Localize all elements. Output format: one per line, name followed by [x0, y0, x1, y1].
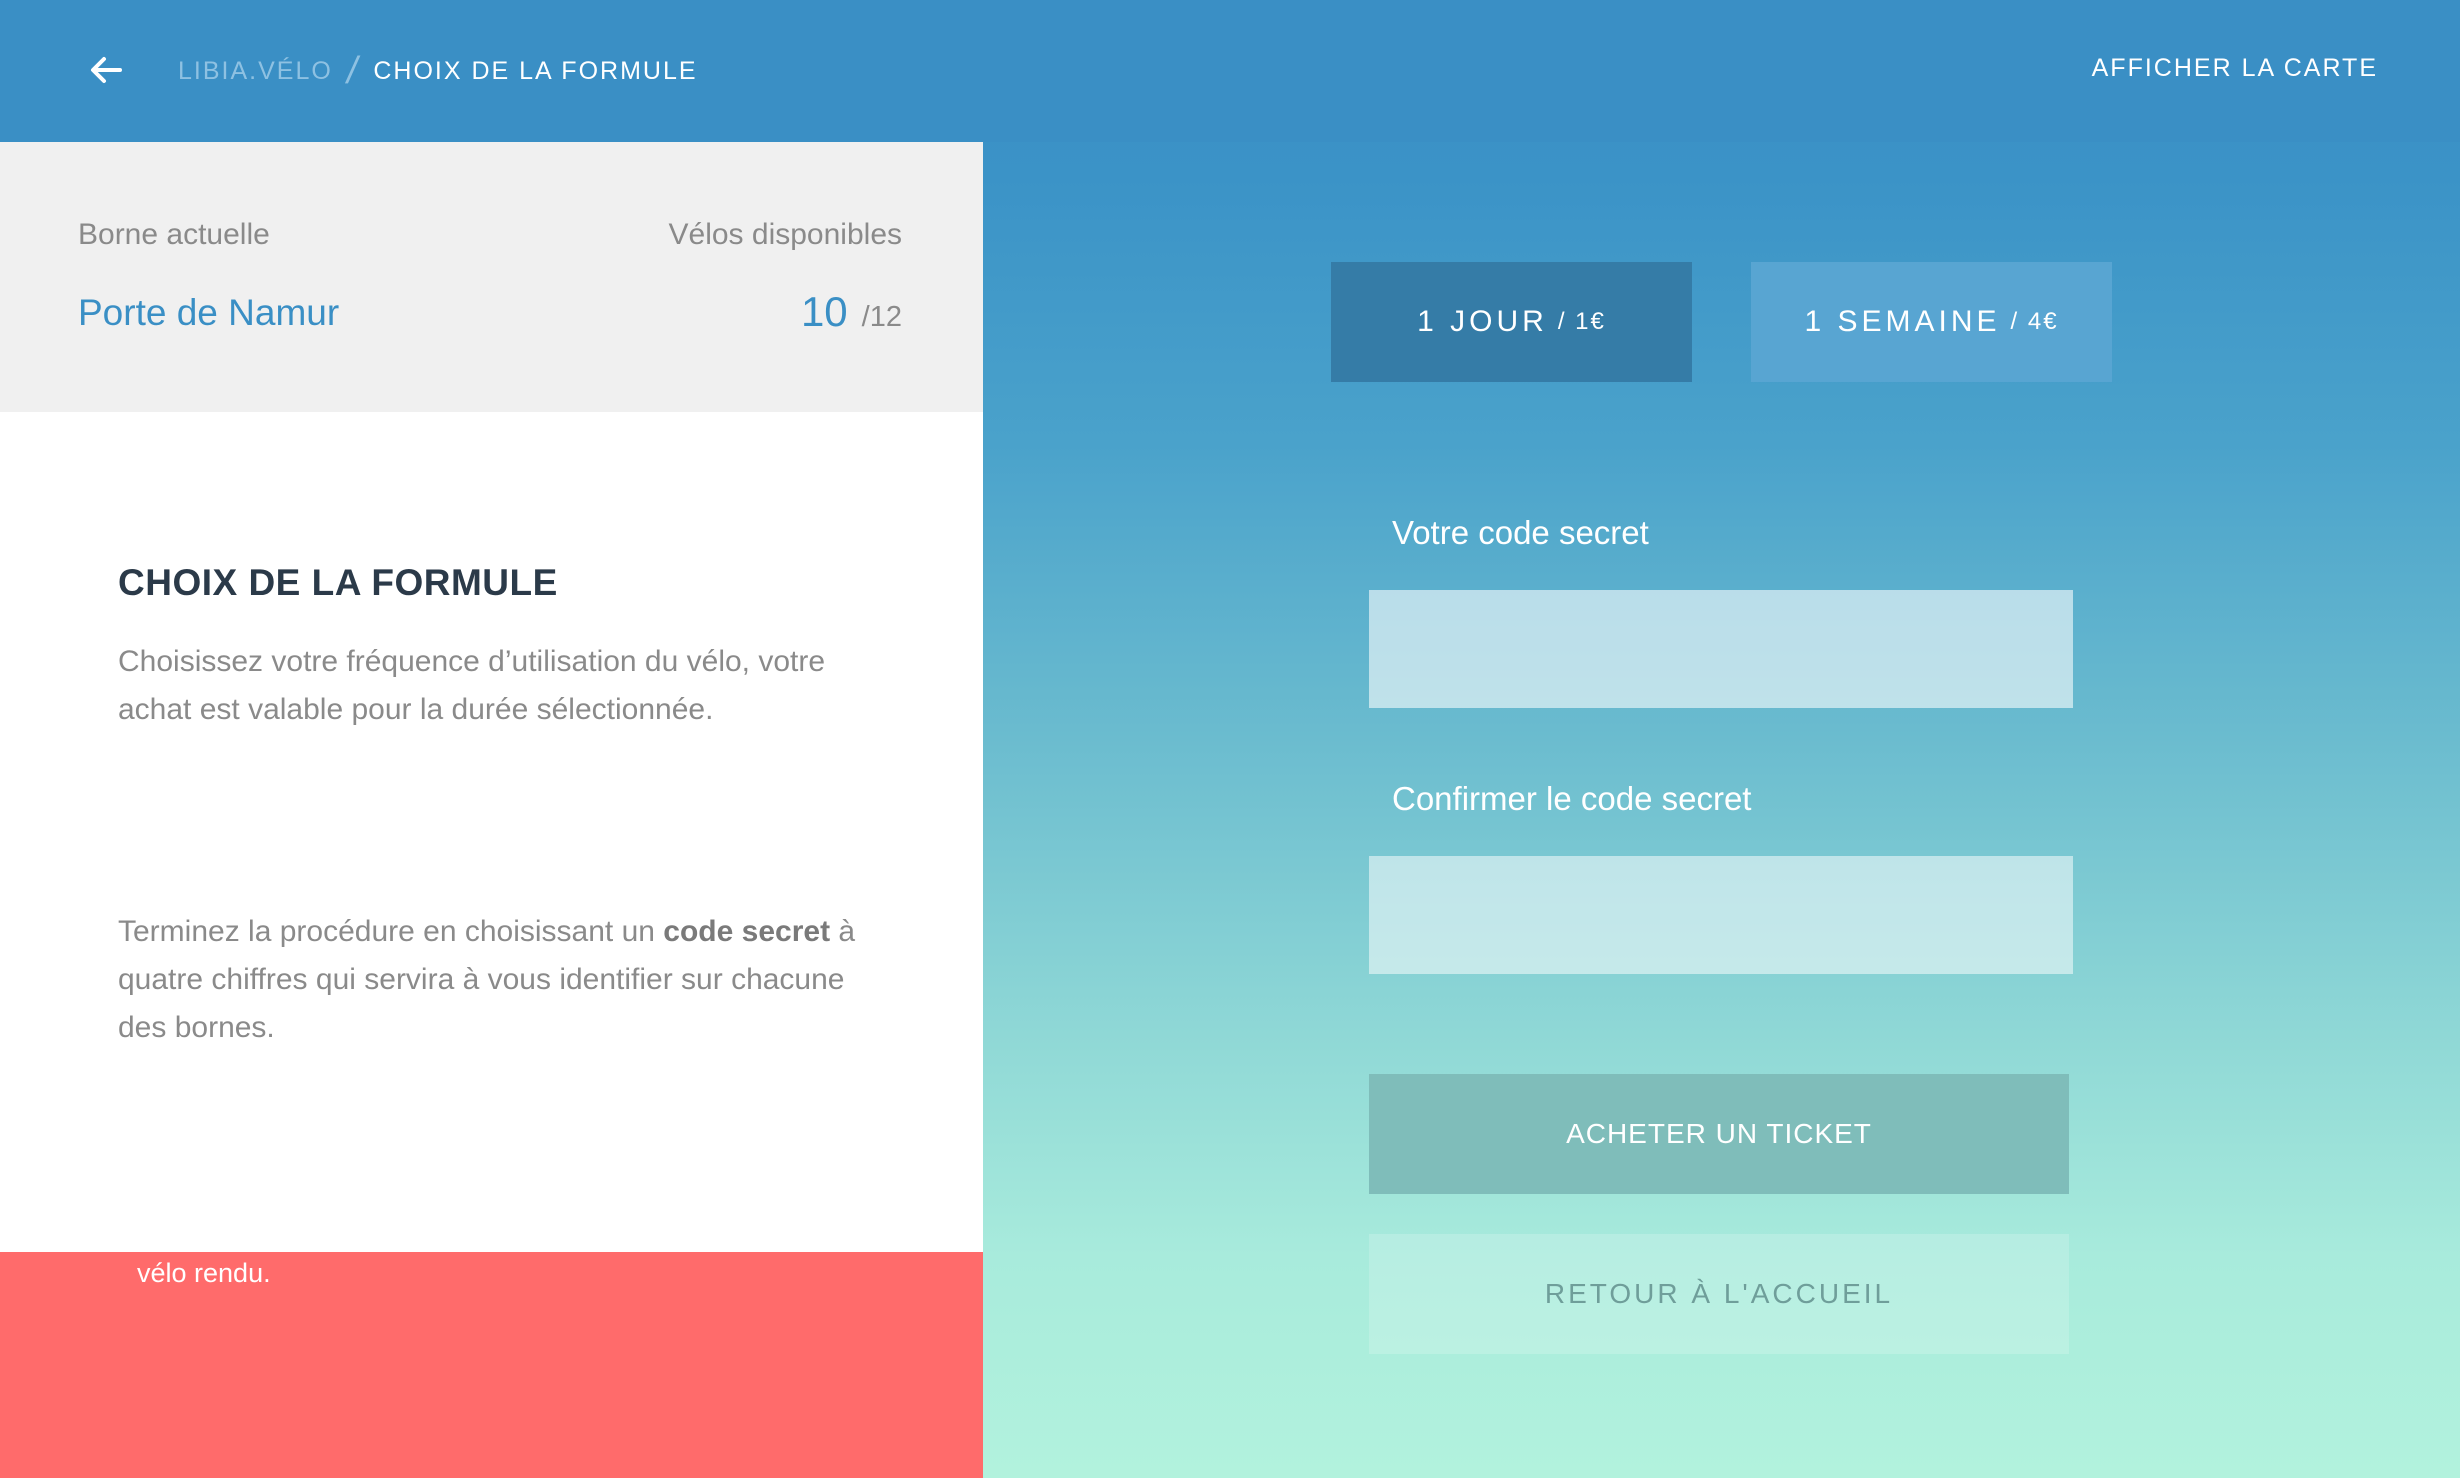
- bikes-count: 10 /12: [801, 288, 902, 336]
- breadcrumb-current: CHOIX DE LA FORMULE: [373, 56, 698, 85]
- buy-ticket-button[interactable]: Acheter un ticket: [1369, 1074, 2069, 1194]
- warning-message: Attention ! Votre carte doit posséder un…: [137, 1153, 927, 1297]
- instructions-text: Terminez la procédure en choisissant un: [118, 915, 664, 948]
- top-bar: LIBIA.VÉLO / CHOIX DE LA FORMULE AFFICHE…: [0, 0, 2460, 142]
- breadcrumb-root[interactable]: LIBIA.VÉLO: [178, 57, 333, 86]
- warning-text: Attention ! Votre carte doit posséder un…: [137, 1162, 859, 1192]
- instructions-bold: code secret: [663, 915, 831, 948]
- instructions-paragraph-2: Terminez la procédure en choisissant un …: [118, 908, 878, 1052]
- plan-week-price: / 4€: [2010, 308, 2059, 335]
- confirm-code-input[interactable]: [1369, 856, 2073, 974]
- plan-day-price: / 1€: [1557, 308, 1606, 335]
- plan-day-label: 1 JOUR: [1417, 305, 1548, 338]
- confirm-code-label: Confirmer le code secret: [1392, 780, 1752, 817]
- instructions-paragraph-1: Choisissez votre fréquence d’utilisation…: [118, 645, 826, 726]
- arrow-left-icon: [91, 57, 122, 83]
- station-name: Porte de Namur: [78, 292, 340, 333]
- page-title: CHOIX DE LA FORMULE: [118, 562, 558, 603]
- available-bikes-label: Vélos disponibles: [668, 218, 902, 251]
- plan-week-label: 1 SEMAINE: [1804, 305, 2001, 338]
- bikes-available-value: 10: [800, 288, 848, 335]
- station-summary: Borne actuelle Vélos disponibles Porte d…: [0, 142, 983, 412]
- deposit-amount: 150€: [858, 1162, 920, 1192]
- show-map-link[interactable]: AFFICHER LA CARTE: [2092, 54, 2378, 83]
- breadcrumb: LIBIA.VÉLO / CHOIX DE LA FORMULE: [178, 50, 698, 92]
- plan-one-week-button[interactable]: 1 SEMAINE / 4€: [1751, 262, 2112, 382]
- bikes-total-value: /12: [861, 301, 902, 333]
- back-button[interactable]: [86, 50, 126, 90]
- secret-code-label: Votre code secret: [1392, 514, 1649, 551]
- back-to-home-button[interactable]: RETOUR À L'ACCUEIL: [1369, 1234, 2069, 1354]
- secret-code-input[interactable]: [1369, 590, 2073, 708]
- breadcrumb-separator: /: [343, 49, 364, 92]
- current-station-label: Borne actuelle: [78, 218, 270, 251]
- warning-triangle-icon: [19, 1158, 109, 1237]
- plan-one-day-button[interactable]: 1 JOUR / 1€: [1331, 262, 1692, 382]
